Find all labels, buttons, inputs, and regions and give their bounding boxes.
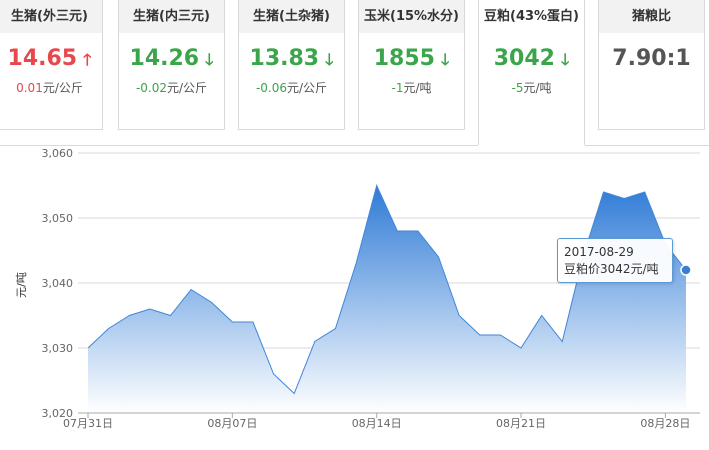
data-point[interactable] bbox=[209, 300, 215, 306]
tooltip-date: 2017-08-29 bbox=[564, 245, 634, 259]
data-point[interactable] bbox=[250, 319, 256, 325]
data-point[interactable] bbox=[436, 254, 442, 260]
x-tick-label: 08月28日 bbox=[640, 417, 690, 430]
data-point[interactable] bbox=[126, 313, 132, 319]
data-point[interactable] bbox=[539, 313, 545, 319]
data-point[interactable] bbox=[229, 319, 235, 325]
data-point[interactable] bbox=[167, 313, 173, 319]
y-tick-label: 3,050 bbox=[42, 212, 74, 225]
data-point[interactable] bbox=[456, 313, 462, 319]
data-point[interactable] bbox=[477, 332, 483, 338]
chart-tooltip: 2017-08-29 豆粕价3042元/吨 bbox=[557, 238, 673, 283]
y-axis: 3,0203,0303,0403,0503,060 bbox=[42, 147, 74, 420]
highlighted-data-point[interactable] bbox=[680, 264, 692, 276]
x-tick-label: 08月07日 bbox=[207, 417, 257, 430]
data-point[interactable] bbox=[497, 332, 503, 338]
x-tick-label: 07月31日 bbox=[63, 417, 113, 430]
data-point[interactable] bbox=[642, 189, 648, 195]
data-point[interactable] bbox=[291, 391, 297, 397]
data-point[interactable] bbox=[332, 326, 338, 332]
area-fill bbox=[88, 185, 686, 413]
tooltip-value: 豆粕价3042元/吨 bbox=[564, 262, 659, 276]
data-point[interactable] bbox=[518, 345, 524, 351]
data-point[interactable] bbox=[312, 339, 318, 345]
data-point[interactable] bbox=[559, 339, 565, 345]
y-tick-label: 3,030 bbox=[42, 342, 74, 355]
data-point[interactable] bbox=[147, 306, 153, 312]
data-point[interactable] bbox=[85, 345, 91, 351]
data-point[interactable] bbox=[353, 261, 359, 267]
data-point[interactable] bbox=[601, 189, 607, 195]
data-point[interactable] bbox=[271, 371, 277, 377]
price-chart: 3,0203,0303,0403,0503,060 07月31日 08月07日 08… bbox=[15, 147, 700, 430]
data-point[interactable] bbox=[394, 228, 400, 234]
x-tick-label: 08月21日 bbox=[496, 417, 546, 430]
x-tick-label: 08月14日 bbox=[352, 417, 402, 430]
area-series bbox=[87, 184, 687, 413]
y-tick-label: 3,040 bbox=[42, 277, 74, 290]
y-axis-label: 元/吨 bbox=[15, 272, 28, 298]
data-point[interactable] bbox=[374, 183, 380, 189]
y-tick-label: 3,060 bbox=[42, 147, 74, 160]
data-point[interactable] bbox=[188, 287, 194, 293]
data-point[interactable] bbox=[621, 196, 627, 202]
data-point[interactable] bbox=[415, 228, 421, 234]
data-point[interactable] bbox=[106, 326, 112, 332]
x-axis: 07月31日 08月07日 08月14日 08月21日 08月28日 bbox=[63, 412, 700, 430]
